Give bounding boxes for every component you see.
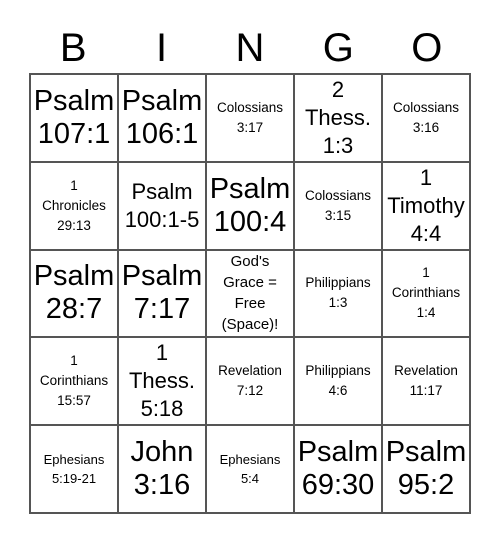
bingo-header: B I N G O xyxy=(29,22,471,74)
bingo-cell-b-2[interactable]: 1 Chronicles 29:13 xyxy=(30,161,118,250)
bingo-cell-b-5[interactable]: Ephesians 5:19-21 xyxy=(30,425,118,513)
cell-label: 1 Corinthians 1:4 xyxy=(391,265,461,321)
bingo-cell-o-3[interactable]: 1 Corinthians 1:4 xyxy=(382,249,470,338)
cell-label: 1 Timothy 4:4 xyxy=(387,164,465,246)
bingo-cell-n-1[interactable]: Colossians 3:17 xyxy=(206,74,294,162)
cell-label: Colossians 3:17 xyxy=(216,99,284,135)
bingo-cell-o-4[interactable]: Revelation 11:17 xyxy=(382,337,470,426)
cell-label: Revelation 11:17 xyxy=(394,363,458,399)
header-letter-b: B xyxy=(59,26,87,70)
cell-label: Psalm 7:17 xyxy=(121,260,203,326)
cell-label: 1 Thess. 5:18 xyxy=(128,340,196,422)
cell-label: Colossians 3:15 xyxy=(304,187,372,223)
cell-label: Psalm 95:2 xyxy=(385,436,467,502)
cell-label: Colossians 3:16 xyxy=(392,99,460,135)
bingo-cell-b-3[interactable]: Psalm 28:7 xyxy=(30,249,118,338)
bingo-cell-i-1[interactable]: Psalm 106:1 xyxy=(118,74,206,162)
cell-label: Ephesians 5:19-21 xyxy=(43,452,105,487)
bingo-cell-i-4[interactable]: 1 Thess. 5:18 xyxy=(118,337,206,426)
bingo-cell-n-5[interactable]: Ephesians 5:4 xyxy=(206,425,294,513)
cell-label: 1 Chronicles 29:13 xyxy=(42,177,106,233)
bingo-cell-g-1[interactable]: 2 Thess. 1:3 xyxy=(294,74,382,162)
bingo-cell-g-4[interactable]: Philippians 4:6 xyxy=(294,337,382,426)
bingo-cell-i-2[interactable]: Psalm 100:1-5 xyxy=(118,161,206,250)
cell-label: 2 Thess. 1:3 xyxy=(304,76,372,158)
bingo-cell-g-2[interactable]: Colossians 3:15 xyxy=(294,161,382,250)
bingo-cell-free-space[interactable]: God's Grace = Free (Space)! xyxy=(206,249,294,338)
bingo-cell-o-5[interactable]: Psalm 95:2 xyxy=(382,425,470,513)
cell-label: God's Grace = Free (Space)! xyxy=(221,253,279,334)
cell-label: Philippians 4:6 xyxy=(305,363,371,399)
bingo-cell-n-4[interactable]: Revelation 7:12 xyxy=(206,337,294,426)
bingo-cell-b-1[interactable]: Psalm 107:1 xyxy=(30,74,118,162)
header-letter-n: N xyxy=(235,26,265,70)
cell-label: Psalm 107:1 xyxy=(33,84,115,150)
header-letter-o: O xyxy=(411,26,443,70)
bingo-cell-b-4[interactable]: 1 Corinthians 15:57 xyxy=(30,337,118,426)
bingo-cell-i-5[interactable]: John 3:16 xyxy=(118,425,206,513)
cell-label: Revelation 7:12 xyxy=(218,363,282,399)
bingo-cell-n-2[interactable]: Psalm 100:4 xyxy=(206,161,294,250)
cell-label: Psalm 106:1 xyxy=(121,84,203,150)
cell-label: 1 Corinthians 15:57 xyxy=(39,353,109,409)
cell-label: Psalm 100:4 xyxy=(209,172,291,238)
cell-label: Ephesians 5:4 xyxy=(219,452,281,487)
bingo-grid: Psalm 107:1 Psalm 106:1 Colossians 3:17 2 T… xyxy=(29,73,471,514)
header-letter-g: G xyxy=(322,26,354,70)
bingo-cell-i-3[interactable]: Psalm 7:17 xyxy=(118,249,206,338)
header-letter-i: I xyxy=(156,26,168,70)
bingo-cell-o-2[interactable]: 1 Timothy 4:4 xyxy=(382,161,470,250)
cell-label: Psalm 69:30 xyxy=(297,436,379,502)
cell-label: Philippians 1:3 xyxy=(305,275,371,311)
cell-label: Psalm 100:1-5 xyxy=(124,178,200,232)
cell-label: John 3:16 xyxy=(130,436,194,502)
bingo-cell-o-1[interactable]: Colossians 3:16 xyxy=(382,74,470,162)
cell-label: Psalm 28:7 xyxy=(33,260,115,326)
bingo-cell-g-3[interactable]: Philippians 1:3 xyxy=(294,249,382,338)
bingo-cell-g-5[interactable]: Psalm 69:30 xyxy=(294,425,382,513)
